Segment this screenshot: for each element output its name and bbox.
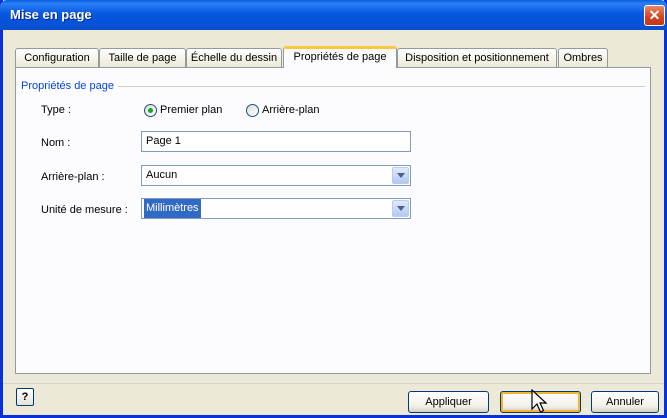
tab-taille-de-page[interactable]: Taille de page — [99, 48, 186, 67]
close-icon: ✕ — [648, 7, 661, 23]
help-icon: ? — [21, 391, 29, 403]
help-button[interactable]: ? — [16, 388, 34, 406]
tab-disposition-et-positionnement[interactable]: Disposition et positionnement — [397, 48, 557, 67]
mouse-pointer-icon — [531, 389, 548, 413]
background-select-value: Aucun — [146, 169, 178, 181]
tab-echelle-du-dessin[interactable]: Échelle du dessin — [186, 48, 282, 67]
tab-configuration[interactable]: Configuration — [15, 48, 99, 67]
title-bar[interactable]: Mise en page ✕ — [0, 0, 667, 30]
type-label: Type : — [41, 104, 71, 116]
radio-premier-plan[interactable] — [144, 104, 157, 117]
close-button[interactable]: ✕ — [644, 5, 665, 26]
background-label: Arrière-plan : — [41, 171, 105, 183]
background-select[interactable]: Aucun — [141, 165, 411, 186]
chevron-down-icon — [397, 206, 405, 211]
chevron-down-icon — [397, 173, 405, 178]
group-title: Propriétés de page — [21, 80, 118, 92]
name-field-value: Page 1 — [146, 135, 181, 147]
window-title: Mise en page — [10, 7, 92, 22]
tab-ombres[interactable]: Ombres — [558, 48, 608, 67]
background-dropdown-button[interactable] — [392, 167, 409, 184]
name-label: Nom : — [41, 137, 71, 149]
name-field[interactable]: Page 1 — [141, 131, 411, 152]
radio-arriere-plan-label[interactable]: Arrière-plan — [262, 104, 319, 116]
unit-label: Unité de mesure : — [41, 204, 128, 216]
unit-select-value: Millimètres — [144, 199, 201, 218]
footer-divider — [3, 383, 664, 384]
apply-button[interactable]: Appliquer — [408, 391, 489, 413]
unit-dropdown-button[interactable] — [392, 200, 409, 217]
cancel-button[interactable]: Annuler — [591, 391, 659, 413]
tab-panel — [15, 67, 651, 374]
tab-proprietes-de-page[interactable]: Propriétés de page — [283, 46, 397, 68]
radio-premier-plan-label[interactable]: Premier plan — [160, 104, 222, 116]
radio-arriere-plan[interactable] — [246, 104, 259, 117]
page-setup-dialog: Mise en page ✕ Configuration Taille de p… — [0, 0, 667, 418]
radio-checked-dot — [148, 108, 153, 113]
unit-select[interactable]: Millimètres — [141, 198, 411, 219]
